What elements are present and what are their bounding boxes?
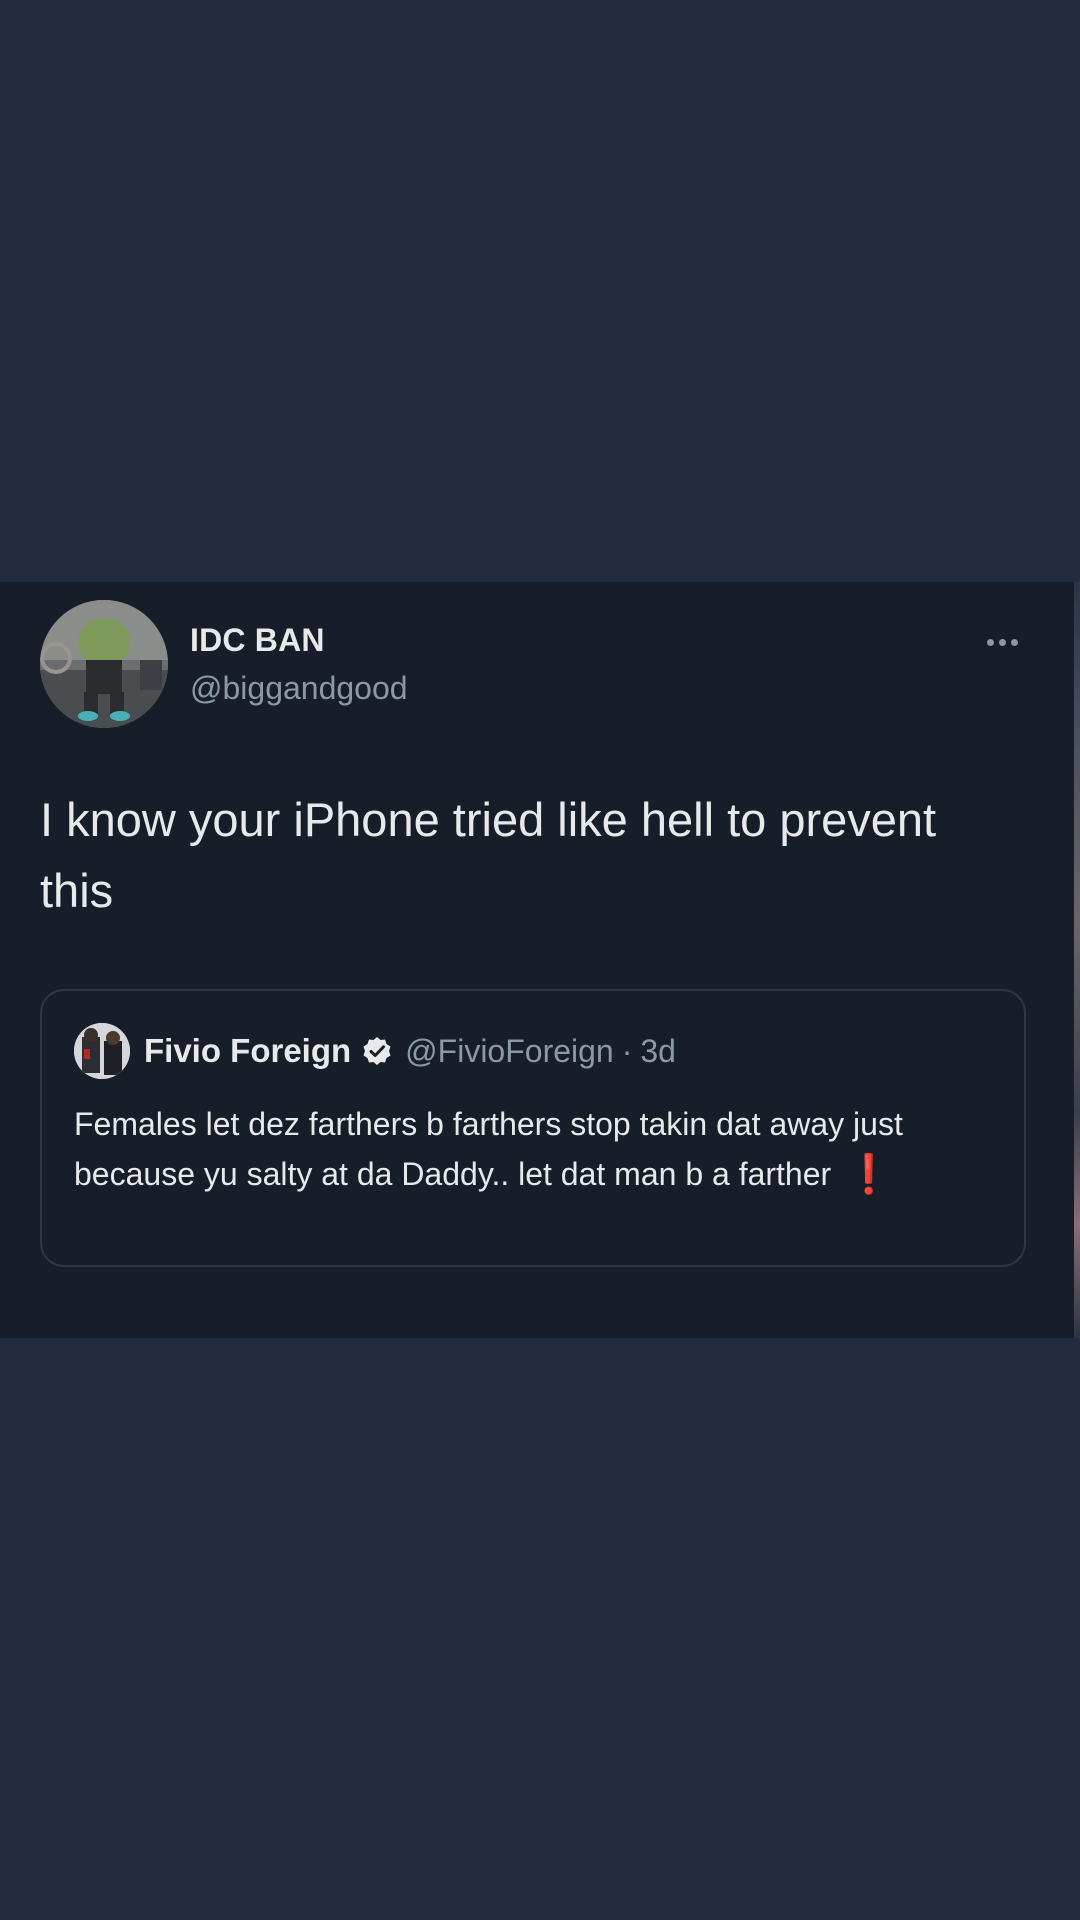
- more-horizontal-icon: [1010, 638, 1018, 646]
- background-image-edge: [1074, 582, 1080, 1338]
- user-handle[interactable]: @biggandgood: [190, 668, 408, 708]
- quoted-tweet-body: Females let dez farthers b farthers stop…: [74, 1106, 903, 1192]
- more-horizontal-icon: [986, 638, 994, 646]
- red-exclamation-emoji: ❗: [845, 1154, 893, 1196]
- more-options-button[interactable]: [978, 624, 1026, 660]
- more-horizontal-icon: [998, 638, 1006, 646]
- quoted-tweet-timestamp[interactable]: 3d: [640, 1033, 676, 1070]
- tweet-text: I know your iPhone tried like hell to pr…: [40, 793, 937, 917]
- quoted-user-display-name[interactable]: Fivio Foreign: [144, 1032, 351, 1070]
- separator-dot: ·: [621, 1032, 633, 1069]
- quoted-tweet[interactable]: Fivio Foreign @FivioForeign · 3d Females…: [40, 989, 1026, 1267]
- quoted-user-avatar[interactable]: [74, 1023, 130, 1079]
- quoted-user-handle[interactable]: @FivioForeign: [405, 1033, 614, 1070]
- quoted-tweet-text: Females let dez farthers b farthers stop…: [74, 1099, 1004, 1200]
- user-avatar[interactable]: [40, 600, 168, 728]
- verified-badge-icon: [361, 1035, 393, 1067]
- user-display-name[interactable]: IDC BAN: [190, 620, 325, 660]
